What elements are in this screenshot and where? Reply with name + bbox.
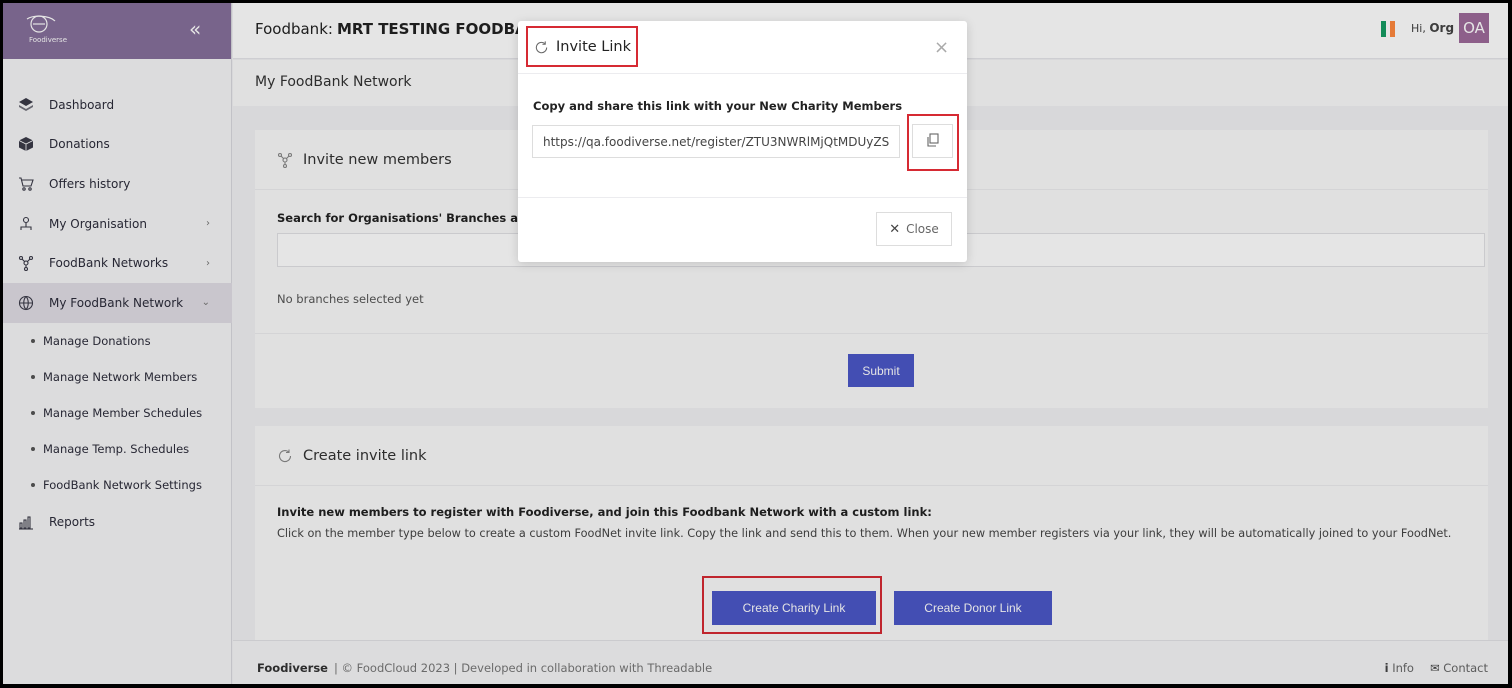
app-frame: Foodiverse « Dashboard Donations Offers … — [3, 3, 1508, 684]
close-icon[interactable]: × — [934, 37, 949, 58]
close-button[interactable]: ✕ Close — [876, 212, 952, 246]
close-icon: ✕ — [889, 221, 901, 237]
modal-title: Invite Link — [556, 39, 631, 55]
invite-link-modal: Invite Link × Copy and share this link w… — [518, 21, 967, 262]
copy-button[interactable] — [912, 124, 953, 158]
divider — [518, 197, 967, 198]
modal-label: Copy and share this link with your New C… — [533, 99, 903, 113]
copy-icon — [926, 132, 940, 150]
modal-header: Invite Link × — [518, 21, 967, 74]
refresh-icon — [534, 40, 549, 59]
invite-link-input[interactable] — [532, 125, 900, 158]
close-label: Close — [906, 222, 939, 236]
